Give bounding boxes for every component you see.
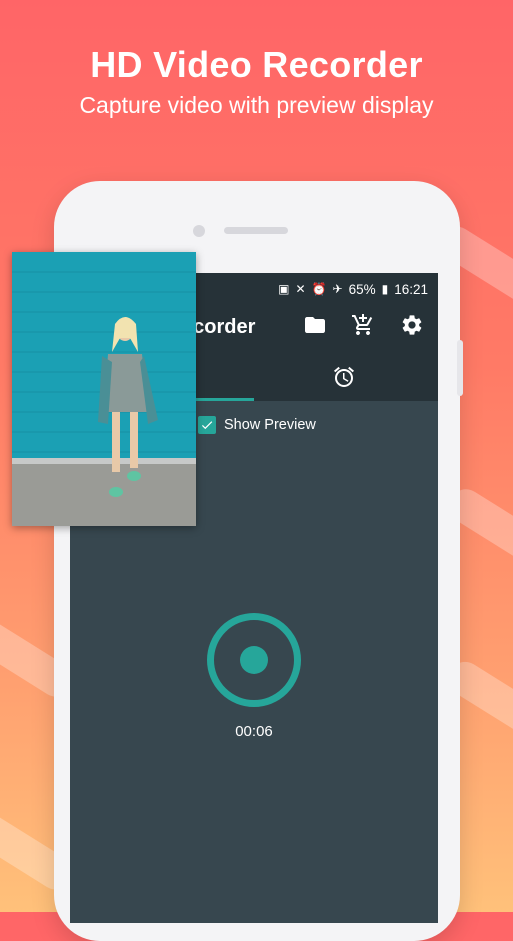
show-preview-option[interactable]: Show Preview [198, 416, 316, 434]
status-bar: ▣ ✕ ⏰ ✈ 65% ▮ 16:21 [278, 279, 428, 299]
battery-saver-icon: ▣ [278, 282, 290, 296]
promo-headline: HD Video Recorder [90, 44, 423, 85]
settings-icon[interactable] [400, 313, 426, 339]
preview-image [12, 252, 196, 526]
status-time: 16:21 [394, 281, 428, 297]
battery-icon: ▮ [381, 282, 389, 296]
record-button[interactable] [207, 613, 301, 707]
show-preview-checkbox[interactable] [198, 416, 216, 434]
alarm-icon: ⏰ [311, 282, 327, 296]
phone-camera [193, 225, 205, 237]
show-preview-label: Show Preview [224, 417, 316, 433]
battery-percent: 65% [348, 281, 376, 297]
recording-timer: 00:06 [235, 723, 273, 740]
camera-preview-window[interactable] [12, 252, 196, 526]
folder-icon[interactable] [303, 313, 329, 339]
phone-speaker [224, 227, 288, 234]
record-dot-icon [240, 646, 268, 674]
promo-subline: Capture video with preview display [79, 92, 434, 118]
vibrate-icon: ✕ [295, 282, 306, 296]
cart-icon[interactable] [351, 313, 377, 339]
airplane-icon: ✈ [332, 282, 343, 296]
alarm-clock-icon[interactable] [332, 365, 358, 391]
phone-side-button [457, 340, 463, 396]
